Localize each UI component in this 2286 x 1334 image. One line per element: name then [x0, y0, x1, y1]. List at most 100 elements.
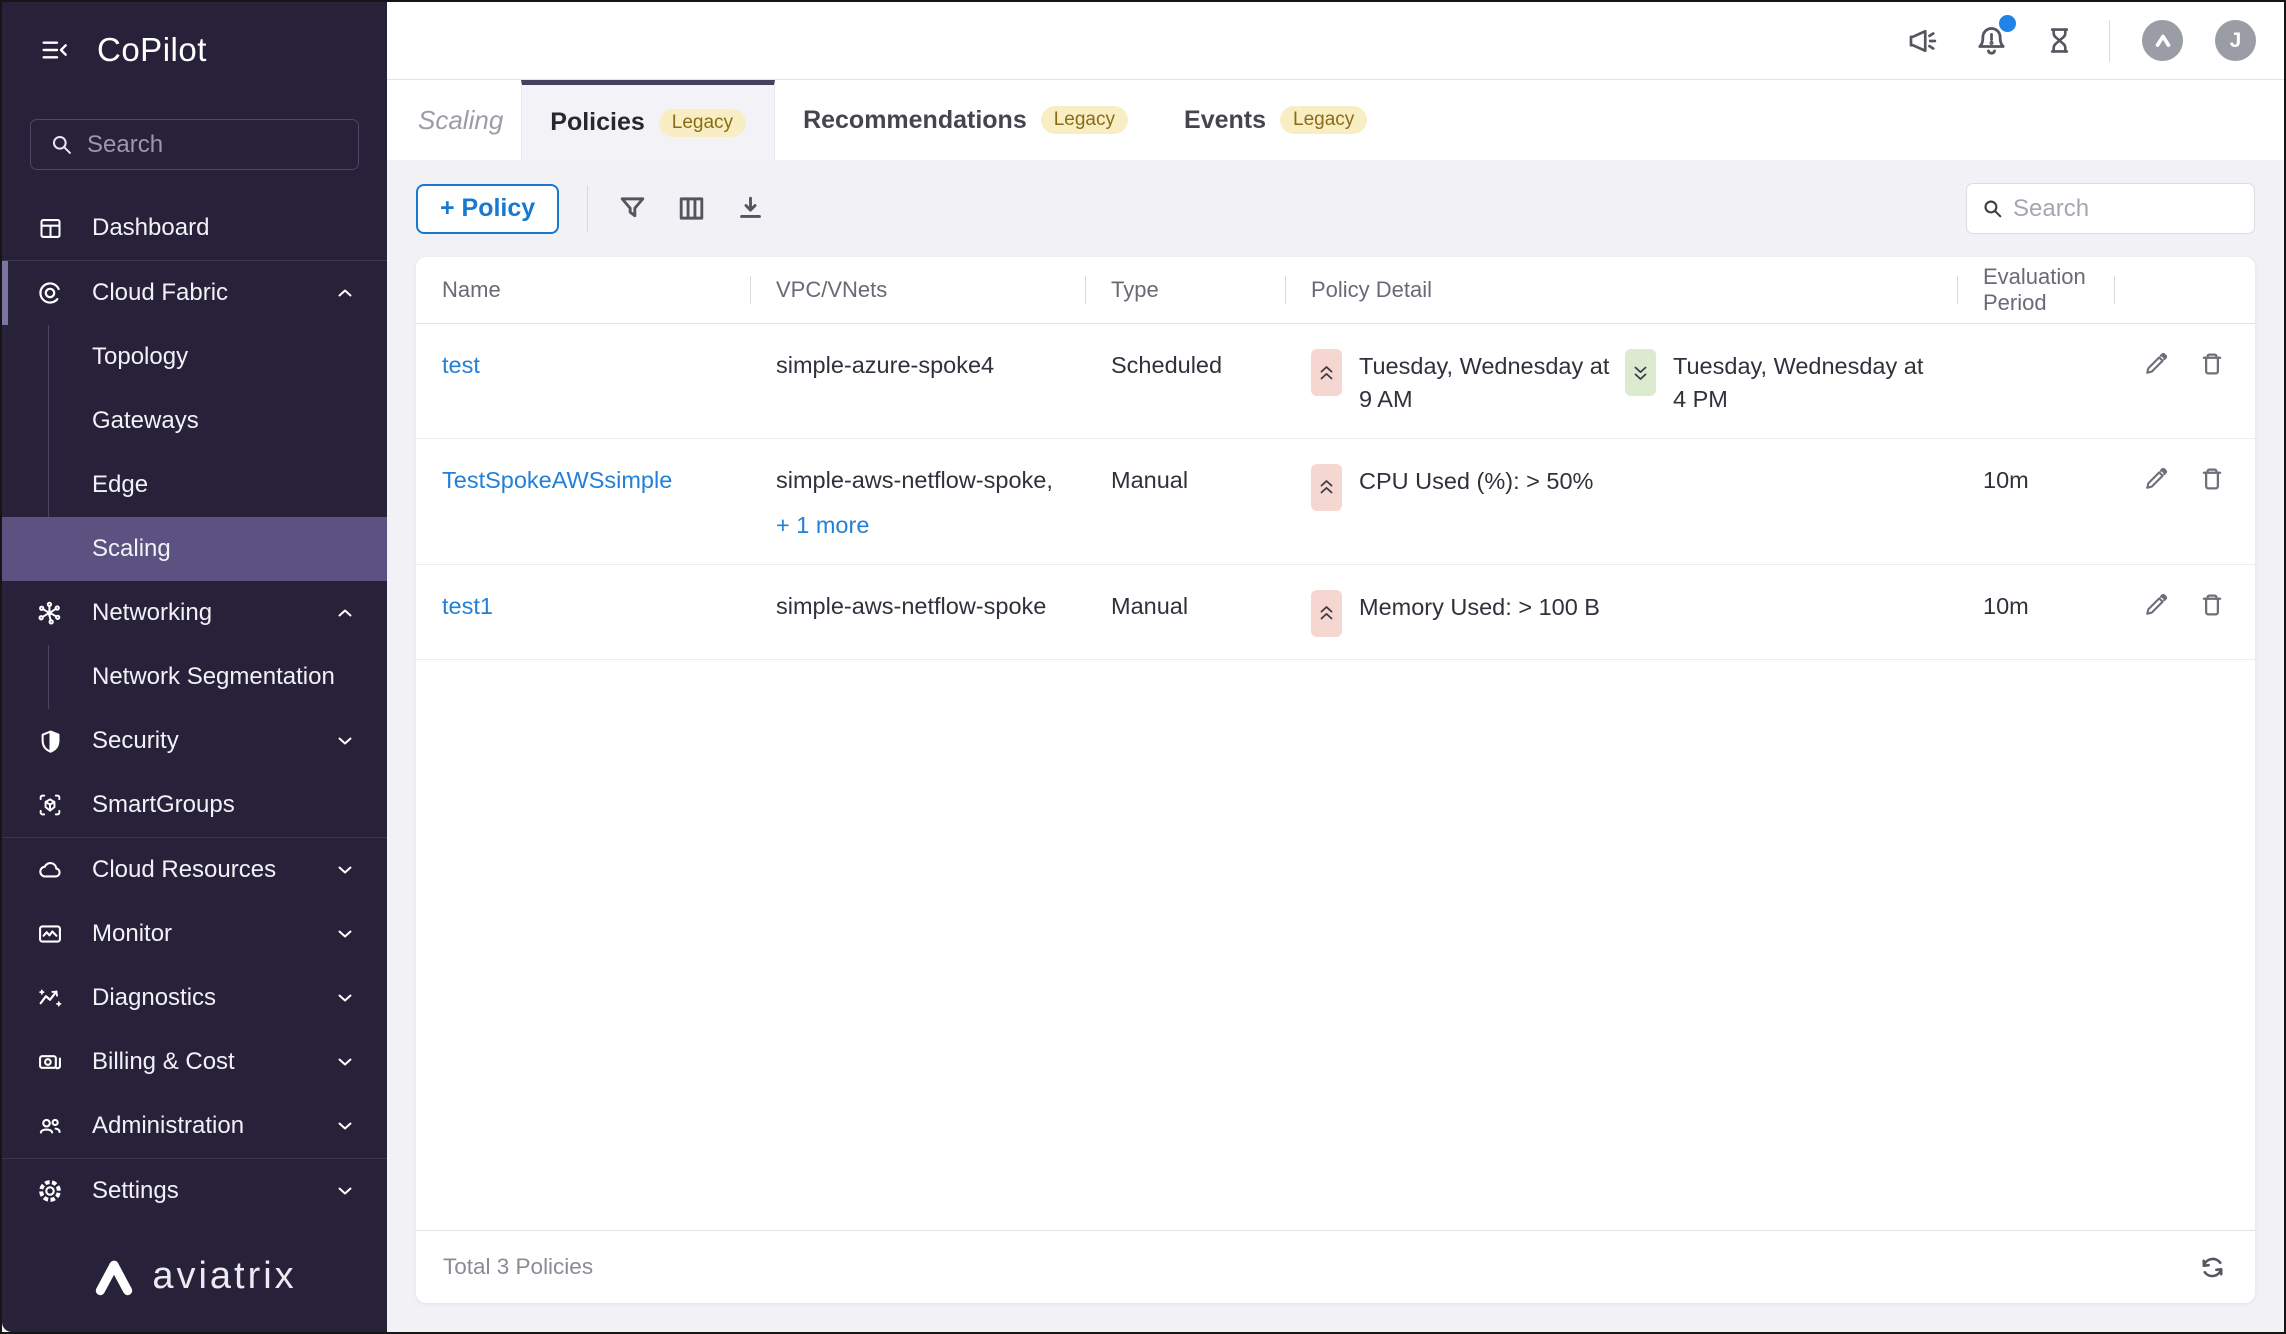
sidebar-item-topology[interactable]: Topology — [2, 325, 387, 389]
edit-pencil-icon[interactable] — [2141, 349, 2171, 379]
sidebar-item-scaling[interactable]: Scaling — [2, 517, 387, 581]
sidebar-item-billing-cost[interactable]: Billing & Cost — [2, 1030, 387, 1094]
sidebar-item-label: SmartGroups — [92, 791, 235, 818]
sidebar-item-monitor[interactable]: Monitor — [2, 902, 387, 966]
chevron-down-icon[interactable] — [333, 858, 357, 882]
announcements-icon[interactable] — [1905, 23, 1941, 59]
column-header-name[interactable]: Name — [416, 257, 750, 323]
legacy-badge: Legacy — [1280, 106, 1368, 134]
column-header-type[interactable]: Type — [1085, 257, 1285, 323]
aviatrix-logo-text: aviatrix — [152, 1255, 297, 1297]
sidebar-header: CoPilot — [2, 2, 387, 98]
diagnostics-icon — [36, 984, 64, 1012]
tab-recommendations[interactable]: Recommendations Legacy — [775, 80, 1156, 160]
tab-label: Events — [1184, 105, 1266, 134]
tab-label: Policies — [550, 108, 645, 136]
refresh-icon[interactable] — [2197, 1252, 2228, 1283]
cell-name: test — [416, 324, 750, 438]
user-initial: J — [2229, 28, 2242, 52]
policy-detail-text: Tuesday, Wednesday at 4 PM — [1673, 353, 1924, 412]
smartgroups-icon — [36, 791, 64, 819]
main-area: J Scaling Policies Legacy Recommendation… — [387, 2, 2284, 1332]
sidebar-item-dashboard[interactable]: Dashboard — [2, 196, 387, 260]
chevron-down-icon[interactable] — [333, 1179, 357, 1203]
monitor-icon — [36, 920, 64, 948]
cell-policy-detail: CPU Used (%): > 50% — [1285, 439, 1957, 564]
cell-type: Scheduled — [1111, 352, 1223, 378]
add-policy-label: + Policy — [440, 194, 536, 222]
sidebar-search-input[interactable] — [30, 119, 359, 170]
sidebar-item-networking[interactable]: Networking — [2, 581, 387, 645]
columns-icon[interactable] — [675, 192, 708, 225]
chevron-down-icon[interactable] — [333, 1050, 357, 1074]
legacy-badge: Legacy — [658, 108, 747, 137]
column-header-actions — [2114, 257, 2255, 323]
column-header-evaluation-period[interactable]: Evaluation Period — [1957, 257, 2114, 323]
sidebar-item-network-segmentation[interactable]: Network Segmentation — [2, 645, 387, 709]
cell-name: test1 — [416, 565, 750, 659]
column-header-policy-detail[interactable]: Policy Detail — [1285, 257, 1957, 323]
edit-pencil-icon[interactable] — [2141, 464, 2171, 494]
collapse-menu-icon[interactable] — [39, 34, 71, 66]
topbar-divider — [2109, 19, 2110, 62]
tab-policies[interactable]: Policies Legacy — [521, 80, 776, 160]
chevron-down-icon[interactable] — [333, 1114, 357, 1138]
sidebar-item-diagnostics[interactable]: Diagnostics — [2, 966, 387, 1030]
gear-icon — [36, 1177, 64, 1205]
scale-up-badge-icon — [1311, 589, 1342, 637]
chevron-up-icon[interactable] — [333, 601, 357, 625]
add-policy-button[interactable]: + Policy — [416, 183, 560, 234]
policy-name-link[interactable]: test1 — [442, 593, 493, 619]
chevron-down-icon[interactable] — [333, 986, 357, 1010]
aviatrix-logo: aviatrix — [2, 1229, 387, 1332]
cell-policy-detail: Tuesday, Wednesday at 9 AM Tuesday, Wedn… — [1285, 324, 1957, 438]
search-icon — [48, 131, 75, 158]
users-icon — [36, 1112, 64, 1140]
app-window: CoPilot Dashboard — [0, 0, 2286, 1334]
download-icon[interactable] — [734, 192, 767, 225]
networking-subgroup: Network Segmentation — [2, 645, 387, 709]
tasks-hourglass-icon[interactable] — [2042, 23, 2077, 58]
column-header-vpc[interactable]: VPC/VNets — [750, 257, 1085, 323]
delete-trash-icon[interactable] — [2197, 349, 2227, 379]
sidebar-item-label: Gateways — [92, 407, 199, 434]
cell-policy-detail: Memory Used: > 100 B — [1285, 565, 1957, 659]
aviatrix-avatar[interactable] — [2142, 20, 2183, 61]
policy-detail-text: CPU Used (%): > 50% — [1359, 467, 1594, 494]
topbar: J — [387, 2, 2284, 80]
vpc-more-link[interactable]: + 1 more — [776, 509, 869, 542]
tab-events[interactable]: Events Legacy — [1156, 80, 1395, 160]
cell-vpc: simple-aws-netflow-spoke, + 1 more — [750, 439, 1085, 564]
sidebar-item-label: Monitor — [92, 920, 173, 947]
sidebar-item-cloud-resources[interactable]: Cloud Resources — [2, 838, 387, 902]
delete-trash-icon[interactable] — [2197, 464, 2227, 494]
chevron-up-icon[interactable] — [333, 281, 357, 305]
sidebar-item-smartgroups[interactable]: SmartGroups — [2, 773, 387, 837]
app-title: CoPilot — [97, 31, 207, 68]
sidebar-item-cloud-fabric[interactable]: Cloud Fabric — [2, 261, 387, 325]
edit-pencil-icon[interactable] — [2141, 590, 2171, 620]
scale-up-badge-icon — [1311, 349, 1342, 396]
cell-actions — [2114, 439, 2255, 564]
filter-icon[interactable] — [616, 192, 649, 225]
notifications-bell[interactable] — [1973, 15, 2016, 59]
sidebar-item-settings[interactable]: Settings — [2, 1159, 387, 1223]
sidebar-item-edge[interactable]: Edge — [2, 453, 387, 517]
table-row: test simple-azure-spoke4 Scheduled Tuesd… — [416, 324, 2255, 439]
sidebar-item-administration[interactable]: Administration — [2, 1094, 387, 1158]
cell-vpc: simple-azure-spoke4 — [776, 352, 995, 378]
content-area: + Policy Search Name VPC/VNets Type Poli… — [387, 160, 2284, 1332]
table-search-input[interactable] — [1966, 183, 2255, 234]
sidebar-item-security[interactable]: Security — [2, 709, 387, 773]
shield-icon — [36, 728, 64, 755]
delete-trash-icon[interactable] — [2197, 590, 2227, 620]
user-avatar[interactable]: J — [2215, 20, 2256, 61]
policy-detail-item: Tuesday, Wednesday at 9 AM — [1311, 349, 1625, 416]
chevron-down-icon[interactable] — [333, 729, 357, 753]
total-count-label: Total 3 Policies — [443, 1254, 594, 1279]
chevron-down-icon[interactable] — [333, 922, 357, 946]
sidebar-item-label: Cloud Fabric — [92, 279, 229, 306]
policy-name-link[interactable]: TestSpokeAWSsimple — [442, 467, 672, 493]
sidebar-item-gateways[interactable]: Gateways — [2, 389, 387, 453]
policy-name-link[interactable]: test — [442, 352, 480, 378]
